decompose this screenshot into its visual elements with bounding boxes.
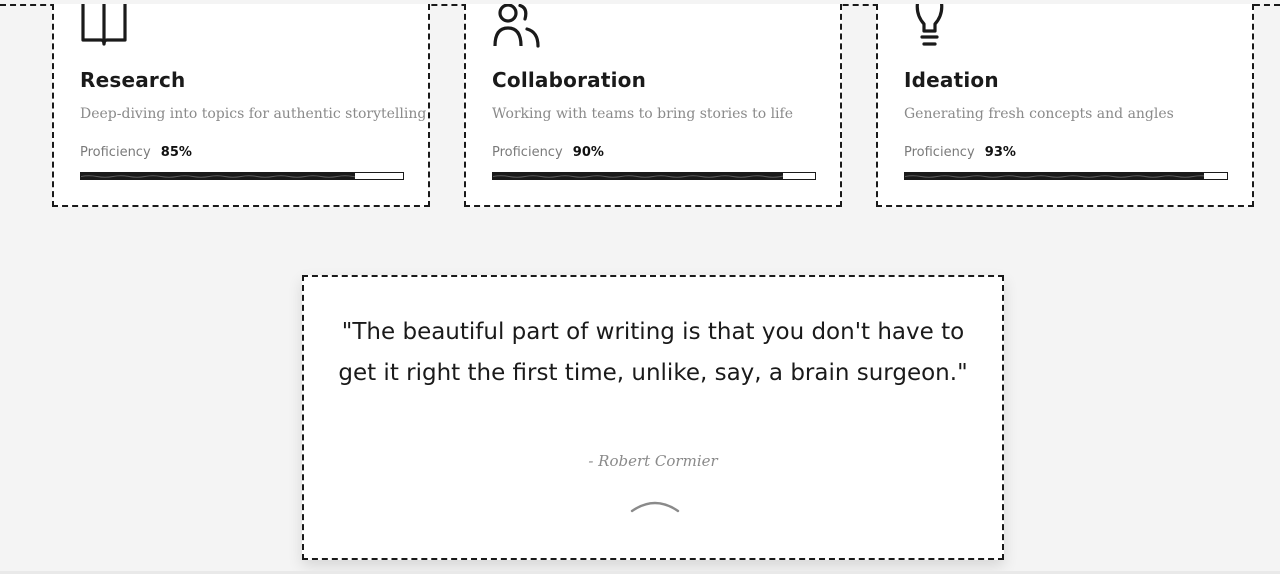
proficiency-row: Proficiency 93% xyxy=(904,145,1016,160)
skill-card-research: Research Deep-diving into topics for aut… xyxy=(52,4,430,207)
proficiency-value: 85% xyxy=(160,145,192,160)
proficiency-bar-fill xyxy=(81,173,355,179)
quote-text: "The beautiful part of writing is that y… xyxy=(338,319,968,386)
skill-description: Working with teams to bring stories to l… xyxy=(492,106,793,122)
decorative-arc-icon xyxy=(630,499,680,515)
lightbulb-icon xyxy=(904,4,954,48)
proficiency-bar xyxy=(492,172,816,180)
open-book-icon xyxy=(80,4,130,48)
proficiency-bar-fill xyxy=(493,173,783,179)
quote-author: - Robert Cormier xyxy=(588,452,718,470)
proficiency-bar xyxy=(80,172,404,180)
proficiency-label: Proficiency xyxy=(904,145,975,160)
proficiency-value: 90% xyxy=(572,145,604,160)
users-icon xyxy=(492,4,542,48)
skill-card-ideation: Ideation Generating fresh concepts and a… xyxy=(876,4,1254,207)
skill-description: Generating fresh concepts and angles xyxy=(904,106,1174,122)
skill-title: Collaboration xyxy=(492,68,647,92)
skill-description: Deep-diving into topics for authentic st… xyxy=(80,106,427,122)
skill-title: Research xyxy=(80,68,186,92)
skill-card-collaboration: Collaboration Working with teams to brin… xyxy=(464,4,842,207)
skill-title: Ideation xyxy=(904,68,999,92)
quote-card: "The beautiful part of writing is that y… xyxy=(302,275,1004,560)
proficiency-bar xyxy=(904,172,1228,180)
proficiency-row: Proficiency 85% xyxy=(80,145,192,160)
proficiency-row: Proficiency 90% xyxy=(492,145,604,160)
proficiency-label: Proficiency xyxy=(492,145,563,160)
proficiency-bar-fill xyxy=(905,173,1205,179)
proficiency-label: Proficiency xyxy=(80,145,151,160)
proficiency-value: 93% xyxy=(984,145,1016,160)
